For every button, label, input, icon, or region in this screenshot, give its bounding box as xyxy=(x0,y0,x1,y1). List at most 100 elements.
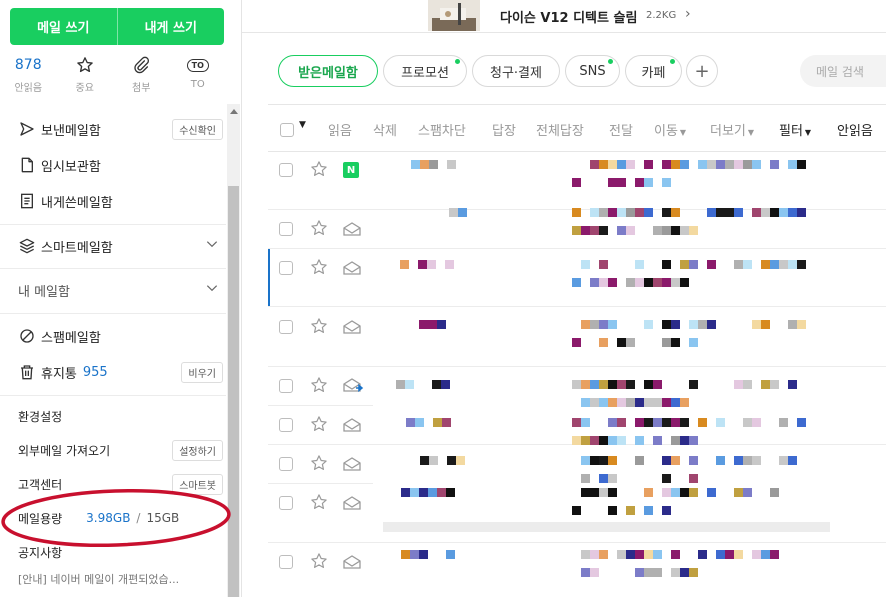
row-checkbox[interactable] xyxy=(279,379,293,393)
star-icon[interactable] xyxy=(310,219,328,237)
sidebar-item-drafts[interactable]: 임시보관함 xyxy=(18,153,223,177)
mosaic-block xyxy=(617,160,626,169)
quick-important[interactable]: 중요 xyxy=(57,54,114,100)
star-icon[interactable] xyxy=(310,317,328,335)
tab-promotion[interactable]: 프로모션 xyxy=(383,55,467,87)
row-checkbox[interactable] xyxy=(279,163,293,177)
write-self-button[interactable]: 내게 쓰기 xyxy=(118,8,225,45)
move-label: 이동 xyxy=(654,124,678,139)
select-dropdown-icon[interactable]: ▼ xyxy=(299,120,306,130)
mosaic-block xyxy=(644,550,653,559)
search-input[interactable]: 메일 검색 xyxy=(800,55,886,87)
row-checkbox[interactable] xyxy=(279,457,293,471)
tab-sns[interactable]: SNS xyxy=(565,55,620,87)
sidebar-scrollbar[interactable] xyxy=(227,104,240,597)
to-icon: TO xyxy=(186,54,209,76)
sidebar-item-spam[interactable]: 스팸메일함 xyxy=(18,324,223,348)
mosaic-block xyxy=(406,418,415,427)
reply-all-button[interactable]: 전체답장 xyxy=(536,120,584,139)
read-receipt-button[interactable]: 수신확인 xyxy=(172,118,223,140)
add-tab-button[interactable]: + xyxy=(686,55,718,87)
tab-inbox[interactable]: 받은메일함 xyxy=(278,55,378,87)
reply-button[interactable]: 답장 xyxy=(492,120,516,139)
mosaic-block xyxy=(447,456,456,465)
block-icon xyxy=(18,328,36,344)
mosaic-block xyxy=(599,398,608,407)
write-mail-button[interactable]: 메일 쓰기 xyxy=(10,8,117,45)
mosaic-block xyxy=(599,474,608,483)
mosaic-block xyxy=(419,488,428,497)
envelope-forward-icon[interactable] xyxy=(343,378,365,392)
row-checkbox[interactable] xyxy=(279,496,293,510)
row-checkbox[interactable] xyxy=(279,555,293,569)
forward-button[interactable]: 전달 xyxy=(609,120,633,139)
sidebar-item-my[interactable]: 내 메일함 xyxy=(18,278,223,302)
row-checkbox[interactable] xyxy=(279,418,293,432)
chevron-down-icon[interactable] xyxy=(205,237,219,255)
star-icon[interactable] xyxy=(310,258,328,276)
star-icon[interactable] xyxy=(310,493,328,511)
mosaic-block xyxy=(635,456,644,465)
external-mail-item[interactable]: 외부메일 가져오기 설정하기 xyxy=(18,438,223,462)
star-icon[interactable] xyxy=(310,376,328,394)
spam-block-button[interactable]: 스팸차단 xyxy=(418,120,466,139)
delete-button[interactable]: 삭제 xyxy=(373,120,397,139)
mosaic-block xyxy=(572,506,581,515)
mosaic-block xyxy=(689,474,698,483)
mosaic-block xyxy=(608,436,617,445)
star-icon[interactable] xyxy=(310,552,328,570)
smartbot-button[interactable]: 스마트봇 xyxy=(172,473,223,495)
row-checkbox[interactable] xyxy=(279,222,293,236)
quick-attach[interactable]: 첨부 xyxy=(113,54,170,100)
envelope-open-icon[interactable] xyxy=(343,457,361,471)
quick-unread[interactable]: 878 안읽음 xyxy=(0,54,57,100)
row-checkbox[interactable] xyxy=(279,320,293,334)
support-item[interactable]: 고객센터 스마트봇 xyxy=(18,472,223,496)
ad-banner[interactable]: 다이슨 V12 디텍트 슬림 2.2KG › xyxy=(242,0,886,33)
empty-trash-button[interactable]: 비우기 xyxy=(181,361,223,383)
setup-button[interactable]: 설정하기 xyxy=(172,439,223,461)
tab-billing[interactable]: 청구·결제 xyxy=(472,55,560,87)
scroll-up-arrow[interactable] xyxy=(230,109,238,114)
read-button[interactable]: 읽음 xyxy=(328,120,352,139)
select-all-checkbox[interactable] xyxy=(280,123,294,137)
send-icon xyxy=(18,121,36,137)
mosaic-block xyxy=(442,418,451,427)
more-button[interactable]: 더보기 ▼ xyxy=(710,120,754,139)
envelope-open-icon[interactable] xyxy=(343,261,361,275)
filter-button[interactable]: 필터 ▼ xyxy=(779,120,811,139)
move-button[interactable]: 이동 ▼ xyxy=(654,120,686,139)
mosaic-block xyxy=(572,278,581,287)
sidebar-item-smart[interactable]: 스마트메일함 xyxy=(18,234,223,258)
envelope-open-icon[interactable] xyxy=(343,555,361,569)
chevron-down-icon[interactable] xyxy=(205,281,219,299)
scroll-thumb[interactable] xyxy=(228,186,239,597)
notice-text[interactable]: [안내] 네이버 메일이 개편되었습... xyxy=(18,571,179,587)
envelope-open-icon[interactable] xyxy=(343,496,361,510)
mosaic-block xyxy=(590,226,599,235)
sidebar-item-self[interactable]: 내게쓴메일함 xyxy=(18,189,223,213)
settings-link[interactable]: 환경설정 xyxy=(18,408,62,425)
tab-cafe[interactable]: 카페 xyxy=(625,55,682,87)
mosaic-block xyxy=(590,160,599,169)
layers-icon xyxy=(18,238,36,254)
row-checkbox[interactable] xyxy=(279,261,293,275)
star-icon[interactable] xyxy=(310,415,328,433)
sidebar-item-sent[interactable]: 보낸메일함 수신확인 xyxy=(18,117,223,141)
notice-title[interactable]: 공지사항 xyxy=(18,544,62,561)
envelope-open-icon[interactable] xyxy=(343,320,361,334)
mosaic-block xyxy=(743,380,752,389)
envelope-open-icon[interactable] xyxy=(343,418,361,432)
chevron-right-icon[interactable]: › xyxy=(685,6,691,22)
sidebar-item-trash[interactable]: 휴지통 955 비우기 xyxy=(18,360,223,384)
mosaic-block xyxy=(572,436,581,445)
quick-to[interactable]: TO TO xyxy=(170,54,227,100)
mosaic-block xyxy=(725,160,734,169)
star-icon[interactable] xyxy=(310,454,328,472)
mosaic-block xyxy=(743,488,752,497)
star-icon[interactable] xyxy=(310,160,328,178)
unread-filter-button[interactable]: 안읽음 xyxy=(837,120,873,139)
envelope-open-icon[interactable] xyxy=(343,222,361,236)
mosaic-block xyxy=(779,208,788,217)
mosaic-block xyxy=(698,418,707,427)
